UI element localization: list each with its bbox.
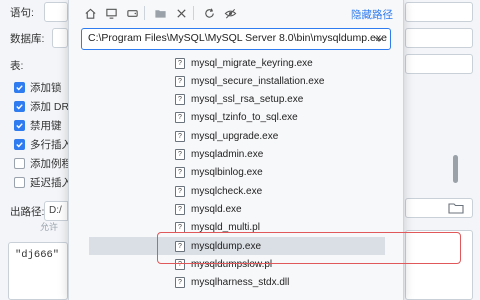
output-path-input[interactable]: D:/ xyxy=(44,201,68,221)
option-label: 添加例程 xyxy=(30,158,72,170)
right-input-1[interactable] xyxy=(405,2,473,22)
checkbox-checked-icon[interactable] xyxy=(14,82,25,93)
checkbox-checked-icon[interactable] xyxy=(14,120,25,131)
file-row[interactable]: ? mysqlcheck.exe xyxy=(89,182,385,200)
file-name: mysqladmin.exe xyxy=(191,149,264,160)
file-icon: ? xyxy=(175,94,185,106)
file-icon: ? xyxy=(175,185,185,197)
file-name: mysql_upgrade.exe xyxy=(191,130,279,142)
statement-input[interactable] xyxy=(44,2,68,22)
file-name: mysql_ssl_rsa_setup.exe xyxy=(191,94,304,106)
file-name: mysqlbinlog.exe xyxy=(191,167,263,179)
file-name: mysql_tzinfo_to_sql.exe xyxy=(191,112,298,124)
option-label: 添加锁 xyxy=(30,82,62,94)
right-input-3[interactable] xyxy=(405,54,473,74)
file-name: mysql_migrate_keyring.exe xyxy=(191,57,313,69)
checkbox-unchecked-icon[interactable] xyxy=(14,158,25,169)
scrollbar-thumb[interactable] xyxy=(453,155,458,183)
path-input-value: C:\Program Files\MySQL\MySQL Server 8.0\… xyxy=(88,32,387,44)
file-name: mysqld.exe xyxy=(191,203,242,215)
toolbar-divider xyxy=(193,6,194,20)
computer-icon[interactable] xyxy=(102,4,120,22)
file-row[interactable]: ? mysqladmin.exe xyxy=(89,146,385,164)
selection-highlight xyxy=(157,232,461,264)
chevron-down-icon[interactable] xyxy=(373,33,385,45)
close-icon[interactable] xyxy=(172,4,190,22)
right-input-2[interactable] xyxy=(405,28,473,48)
file-name: mysql_secure_installation.exe xyxy=(191,75,325,87)
file-row[interactable]: ? mysql_secure_installation.exe xyxy=(89,72,385,90)
option-label: 延迟插入 xyxy=(30,177,72,189)
database-input[interactable] xyxy=(52,28,68,48)
new-folder-icon[interactable] xyxy=(151,4,169,22)
file-name: mysqlcheck.exe xyxy=(191,185,263,197)
home-icon[interactable] xyxy=(81,4,99,22)
file-icon: ? xyxy=(175,57,185,69)
file-row[interactable]: ? mysql_migrate_keyring.exe xyxy=(89,54,385,72)
command-textarea[interactable]: "dj666" xyxy=(8,242,68,300)
checkbox-checked-icon[interactable] xyxy=(14,101,25,112)
file-row[interactable]: ? mysqlbinlog.exe xyxy=(89,164,385,182)
file-icon: ? xyxy=(175,203,185,215)
output-path-hint: 允许 xyxy=(40,222,59,232)
table-label: 表: xyxy=(10,60,24,72)
file-row[interactable]: ? mysql_ssl_rsa_setup.exe xyxy=(89,91,385,109)
drive-icon[interactable] xyxy=(123,4,141,22)
option-label: 添加 DR xyxy=(30,101,70,113)
output-path-label: 出路径: xyxy=(10,206,45,218)
hide-icon[interactable] xyxy=(221,4,239,22)
checkbox-checked-icon[interactable] xyxy=(14,139,25,150)
option-add-drop[interactable]: 添加 DR xyxy=(14,99,69,114)
file-name: mysqlharness_stdx.dll xyxy=(191,277,290,289)
hide-path-link[interactable]: 隐藏路径 xyxy=(351,7,393,22)
path-input[interactable]: C:\Program Files\MySQL\MySQL Server 8.0\… xyxy=(81,28,391,50)
option-add-lock[interactable]: 添加锁 xyxy=(14,80,62,95)
option-delayed-insert[interactable]: 延迟插入 xyxy=(14,175,72,190)
file-picker-popup: 隐藏路径 C:\Program Files\MySQL\MySQL Server… xyxy=(68,0,461,300)
file-row[interactable]: ? mysql_tzinfo_to_sql.exe xyxy=(89,109,385,127)
file-icon: ? xyxy=(175,112,185,124)
option-label: 禁用键 xyxy=(30,120,62,132)
file-icon: ? xyxy=(175,75,185,87)
file-icon: ? xyxy=(175,130,185,142)
database-label: 数据库: xyxy=(10,33,45,45)
file-icon: ? xyxy=(175,167,185,179)
refresh-icon[interactable] xyxy=(200,4,218,22)
option-disable-keys[interactable]: 禁用键 xyxy=(14,118,62,133)
file-row[interactable]: ? mysqlharness_stdx.dll xyxy=(89,274,385,292)
file-icon: ? xyxy=(175,149,185,160)
file-icon: ? xyxy=(175,277,185,289)
option-multi-insert[interactable]: 多行插入 xyxy=(14,137,72,152)
option-add-routines[interactable]: 添加例程 xyxy=(14,156,72,171)
folder-icon[interactable] xyxy=(447,200,465,216)
option-label: 多行插入 xyxy=(30,139,72,151)
file-row[interactable]: ? mysql_upgrade.exe xyxy=(89,127,385,145)
statement-label: 语句: xyxy=(10,7,34,19)
toolbar-divider xyxy=(144,6,145,20)
file-row[interactable]: ? mysqld.exe xyxy=(89,200,385,218)
checkbox-unchecked-icon[interactable] xyxy=(14,177,25,188)
